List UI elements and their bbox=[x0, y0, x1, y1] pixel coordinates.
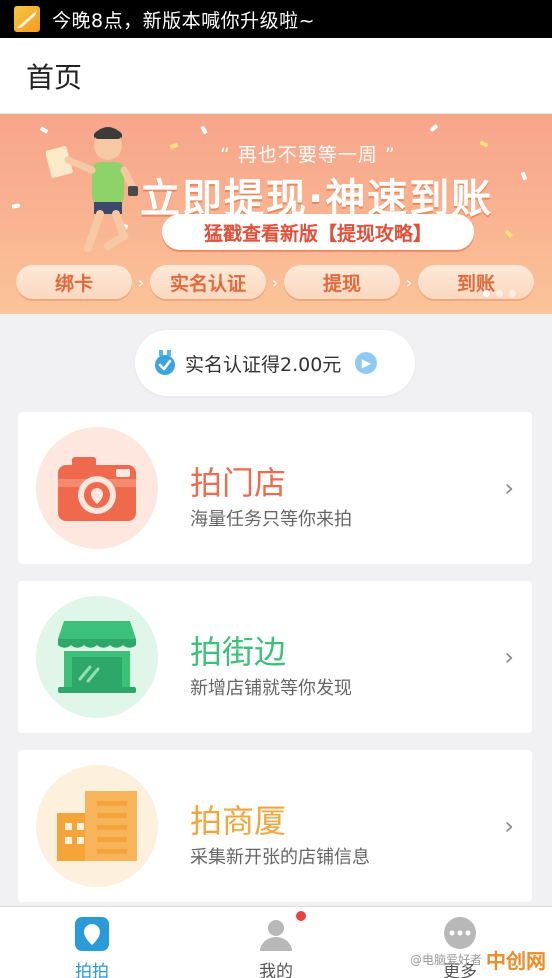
confetti bbox=[504, 229, 514, 239]
confetti bbox=[429, 123, 439, 133]
bottom-tab-bar: 拍拍 我的 更多 @电脑爱好者 中创网 bbox=[0, 906, 552, 978]
confetti bbox=[200, 125, 208, 135]
chevron-right-icon: › bbox=[504, 812, 514, 840]
task-subtitle: 海量任务只等你来拍 bbox=[190, 509, 352, 530]
app-notification-icon bbox=[14, 6, 40, 32]
notification-text: 今晚8点，新版本喊你升级啦~ bbox=[52, 9, 316, 32]
storefront-icon bbox=[58, 621, 136, 693]
status-bar: 今晚8点，新版本喊你升级啦~ bbox=[0, 0, 552, 38]
watermark-logo: 中创网 bbox=[486, 949, 546, 973]
task-title: 拍街边 bbox=[190, 633, 287, 671]
task-card-mall[interactable]: 拍商厦 采集新开张的店铺信息 › bbox=[18, 750, 532, 902]
chevron-right-icon: › bbox=[137, 272, 145, 292]
watermark-caption: @电脑爱好者 bbox=[409, 953, 482, 967]
watermark: @电脑爱好者 中创网 bbox=[410, 945, 546, 974]
step-verify: 实名认证 bbox=[150, 265, 266, 299]
task-title: 拍门店 bbox=[190, 464, 287, 502]
verify-label: 实名认证得2.00元 bbox=[185, 353, 342, 376]
chevron-right-icon: › bbox=[405, 272, 413, 292]
banner-quote: “ 再也不要等一周 ” bbox=[220, 144, 396, 166]
location-pin-icon bbox=[75, 917, 109, 951]
camera-icon bbox=[58, 457, 136, 521]
carousel-dot bbox=[483, 290, 490, 297]
task-icon-circle bbox=[36, 765, 158, 887]
task-title: 拍商厦 bbox=[190, 802, 287, 840]
step-bind-card: 绑卡 bbox=[16, 265, 132, 299]
task-icon-circle bbox=[36, 596, 158, 718]
confetti bbox=[11, 203, 21, 209]
task-subtitle: 采集新开张的店铺信息 bbox=[190, 847, 370, 868]
chevron-right-icon: › bbox=[504, 643, 514, 671]
carousel-dot bbox=[509, 290, 516, 297]
promo-banner[interactable]: “ 再也不要等一周 ” 立即提现·神速到账 猛戳查看新版【提现攻略】 绑卡 › … bbox=[0, 114, 552, 314]
carousel-indicator bbox=[483, 290, 516, 297]
real-name-verify-button[interactable]: 实名认证得2.00元 ▶ bbox=[135, 330, 415, 396]
task-card-storefront[interactable]: 拍门店 海量任务只等你来拍 › bbox=[18, 412, 532, 564]
page-header: 首页 bbox=[0, 38, 552, 114]
arrow-right-icon: ▶ bbox=[355, 352, 378, 374]
confetti bbox=[479, 140, 489, 148]
building-icon bbox=[57, 791, 137, 861]
task-subtitle: 新增店铺就等你发现 bbox=[190, 678, 352, 699]
page-title: 首页 bbox=[26, 60, 83, 94]
confetti bbox=[520, 171, 528, 181]
task-card-street[interactable]: 拍街边 新增店铺就等你发现 › bbox=[18, 581, 532, 733]
carousel-dot bbox=[496, 290, 503, 297]
tab-mine[interactable]: 我的 bbox=[184, 907, 368, 978]
tab-paipai[interactable]: 拍拍 bbox=[0, 907, 184, 978]
person-icon bbox=[259, 917, 293, 951]
tab-label: 我的 bbox=[259, 962, 293, 978]
notification-dot bbox=[296, 911, 306, 921]
step-withdraw: 提现 bbox=[284, 265, 400, 299]
chevron-right-icon: › bbox=[271, 272, 279, 292]
step-arrival: 到账 bbox=[418, 265, 534, 299]
badge-check-icon bbox=[155, 350, 175, 375]
chevron-right-icon: › bbox=[504, 474, 514, 502]
task-icon-circle bbox=[36, 427, 158, 549]
tab-label: 拍拍 bbox=[75, 962, 109, 978]
withdraw-steps: 绑卡 › 实名认证 › 提现 › 到账 bbox=[16, 262, 536, 302]
confetti bbox=[169, 142, 179, 150]
withdraw-guide-button[interactable]: 猛戳查看新版【提现攻略】 bbox=[162, 214, 474, 250]
